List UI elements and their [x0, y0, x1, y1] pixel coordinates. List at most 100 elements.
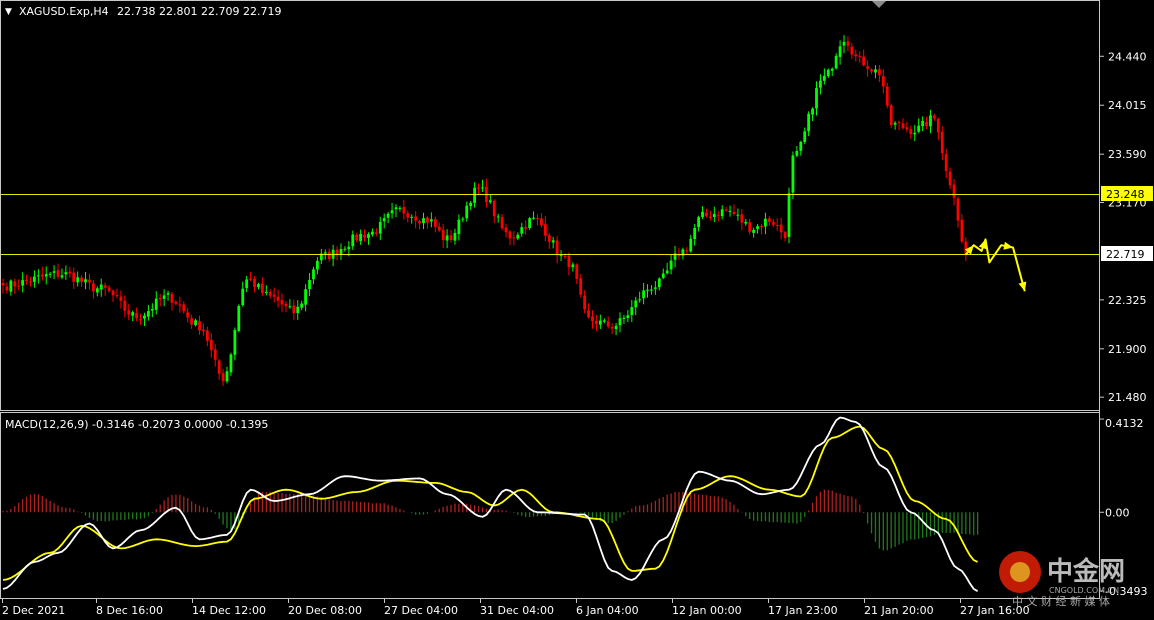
candle-body [249, 278, 252, 280]
candle-body [111, 290, 115, 296]
candle-body [775, 224, 779, 226]
trading-chart: ▼ XAGUSD.Exp,H4 22.738 22.801 22.709 22.… [0, 0, 1154, 620]
candle-body [634, 300, 638, 308]
candle-body [638, 299, 642, 301]
candle-body [1, 283, 5, 286]
candle-body [33, 276, 36, 282]
time-tick-label: 27 Dec 04:00 [384, 604, 458, 617]
candle-body [182, 304, 186, 312]
candle-body [901, 123, 905, 129]
candle-body [614, 325, 618, 330]
candle-body [701, 211, 704, 217]
candle-body [225, 371, 229, 382]
candle-body [756, 226, 759, 229]
candle-body [202, 329, 205, 332]
candle-body [767, 218, 771, 222]
candle-body [909, 129, 913, 135]
candle-body [166, 293, 170, 295]
candle-body [874, 69, 877, 73]
candle-body [119, 296, 123, 301]
time-tick-label: 31 Dec 04:00 [480, 604, 554, 617]
candle-body [304, 289, 308, 305]
candle-body [386, 213, 390, 218]
candle-body [131, 312, 135, 316]
candle-body [390, 210, 394, 214]
candle-body [543, 224, 547, 236]
candle-body [445, 235, 449, 241]
candle-body [822, 75, 826, 81]
candle-body [606, 321, 610, 327]
candle-body [956, 198, 960, 221]
candle-body [178, 304, 182, 306]
candle-body [367, 234, 370, 238]
candle [237, 304, 241, 333]
candle-body [429, 219, 433, 222]
candle-body [516, 234, 520, 239]
price-tick-label: 23.590 [1108, 148, 1147, 161]
candle-body [508, 231, 512, 239]
candle-body [205, 330, 209, 341]
candle-body [292, 305, 296, 314]
candle-body [854, 54, 858, 57]
candle-body [504, 227, 508, 233]
macd-readout: MACD(12,26,9) -0.3146 -0.2073 0.0000 -0.… [5, 418, 268, 431]
candle-body [29, 281, 32, 283]
candle-body [355, 234, 359, 241]
candle-body [795, 151, 799, 156]
candle [889, 103, 893, 129]
candle-body [64, 272, 68, 275]
collapse-arrow-icon[interactable]: ▼ [5, 7, 12, 17]
candle-body [532, 217, 535, 219]
candle-body [257, 284, 260, 288]
candle-body [547, 235, 551, 242]
candle-body [811, 108, 814, 115]
chart-background [0, 0, 1154, 620]
level-price-label: 23.248 [1106, 188, 1145, 201]
candle-body [174, 301, 178, 304]
candle-body [127, 310, 131, 315]
time-tick-label: 20 Dec 08:00 [288, 604, 362, 617]
level-price-label: 22.719 [1106, 248, 1145, 261]
candle-body [135, 312, 139, 319]
candle-body [653, 287, 657, 289]
candle-body [877, 69, 881, 76]
candle-body [736, 214, 740, 216]
candle-body [280, 299, 284, 305]
candle-body [9, 280, 13, 292]
candle-body [575, 264, 579, 279]
candle-body [929, 115, 932, 127]
candle-body [602, 320, 606, 322]
macd-tick-label: 0.4132 [1105, 417, 1144, 430]
time-tick-label: 6 Jan 04:00 [576, 604, 639, 617]
candle-body [944, 154, 948, 171]
candle [787, 187, 791, 244]
candle-body [846, 41, 850, 46]
candle-body [936, 118, 940, 133]
candle-body [889, 105, 893, 126]
candle-body [453, 232, 457, 241]
candle-body [40, 274, 44, 277]
candle-body [347, 246, 351, 250]
candle-body [862, 56, 866, 66]
candle-body [583, 295, 587, 310]
candle-body [661, 273, 665, 278]
candle-body [260, 283, 264, 293]
candle-body [414, 216, 418, 221]
candle-body [496, 216, 500, 218]
candle-body [842, 41, 846, 46]
candle-body [492, 200, 496, 217]
candle-body [457, 219, 461, 235]
candle-body [626, 315, 630, 319]
candle-body [95, 288, 99, 293]
candle-body [363, 234, 366, 238]
candle-body [264, 291, 268, 293]
candle-body [524, 227, 528, 229]
candle-body [288, 306, 292, 308]
price-tick-label: 24.015 [1108, 99, 1147, 112]
candle-body [308, 279, 311, 290]
candle-body [622, 317, 626, 319]
candle-body [481, 187, 484, 189]
candle-body [233, 330, 237, 355]
candle-body [830, 68, 834, 71]
candle-body [799, 141, 803, 151]
